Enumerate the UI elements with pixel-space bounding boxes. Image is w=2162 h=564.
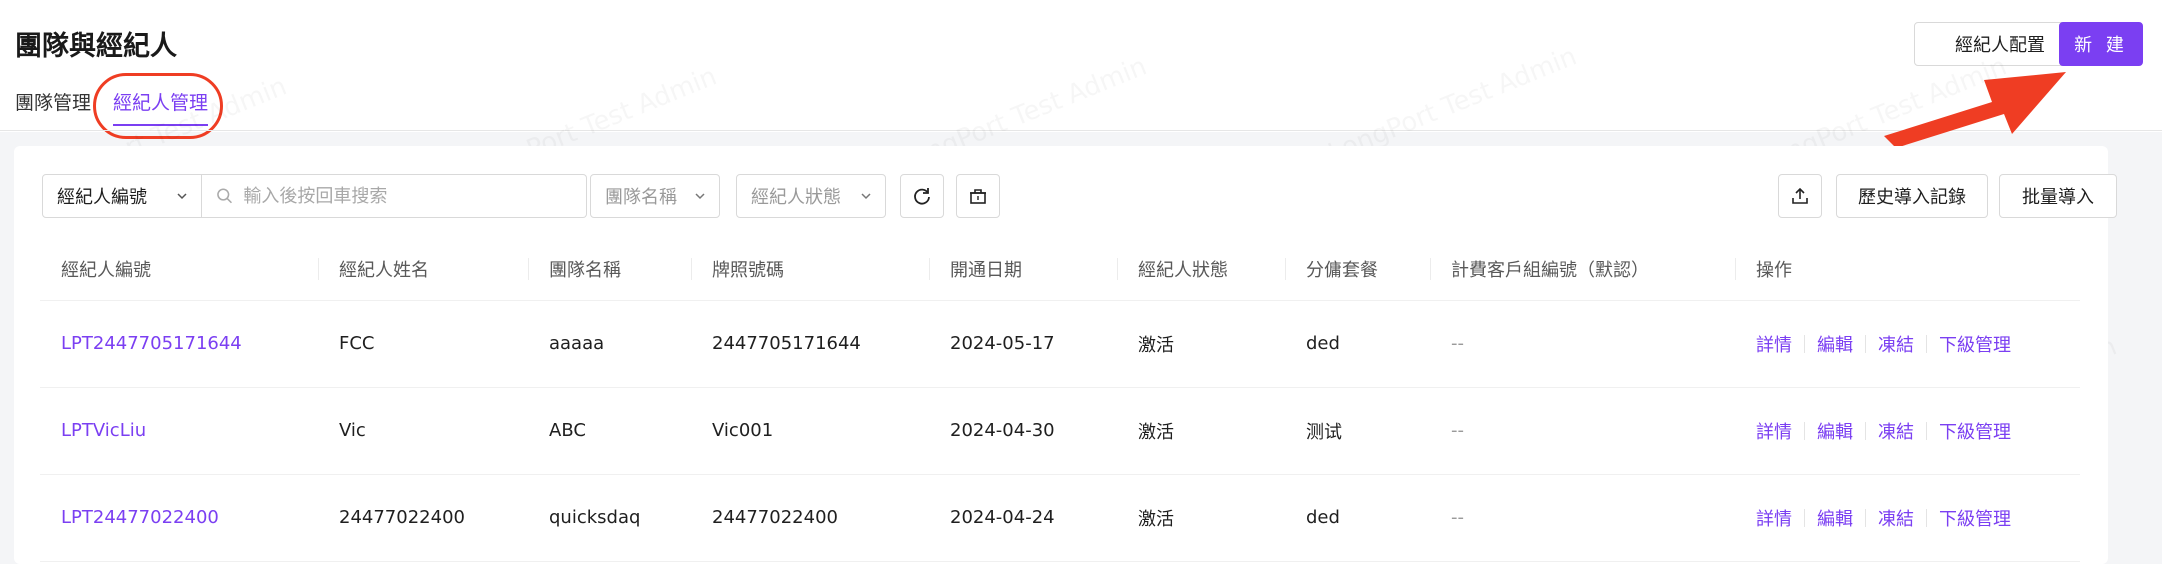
team-name-cell: aaaaa [528, 300, 691, 388]
sub-management-link[interactable]: 下級管理 [1939, 418, 2011, 444]
basket-icon [970, 189, 986, 204]
header-divider [0, 130, 2162, 131]
table-row: LPT24477022400 24477022400 quicksdaq 244… [40, 474, 2080, 562]
filter-bar: 經紀人編號 團隊名稱 經紀人狀態 [14, 146, 2117, 236]
billing-group-cell: -- [1430, 300, 1735, 388]
table-header-row: 經紀人編號 經紀人姓名 團隊名稱 牌照號碼 開通日期 經紀人狀態 分傭套餐 計費… [40, 238, 2080, 301]
agent-list-card: 經紀人編號 團隊名稱 經紀人狀態 [14, 146, 2117, 564]
search-field-label: 經紀人編號 [57, 187, 147, 208]
column-header: 團隊名稱 [528, 238, 691, 301]
sub-management-link[interactable]: 下級管理 [1939, 331, 2011, 357]
open-date-cell: 2024-04-24 [929, 474, 1117, 562]
team-name-cell: quicksdaq [528, 474, 691, 562]
agent-id-link[interactable]: LPT24477022400 [40, 474, 318, 562]
license-cell: Vic001 [691, 387, 929, 475]
agent-id-link[interactable]: LPTVicLiu [40, 387, 318, 475]
table-row: LPTVicLiu Vic ABC Vic001 2024-04-30 激活 测… [40, 387, 2080, 475]
search-input[interactable] [243, 185, 572, 207]
agent-name-cell: Vic [318, 387, 528, 475]
clear-button[interactable] [956, 174, 1000, 218]
team-name-cell: ABC [528, 387, 691, 475]
export-button[interactable] [1778, 174, 1822, 218]
license-cell: 24477022400 [691, 474, 929, 562]
search-box[interactable] [202, 174, 587, 218]
actions-cell: 詳情 編輯 凍結 下級管理 [1735, 474, 2080, 562]
edit-link[interactable]: 編輯 [1817, 418, 1853, 444]
license-cell: 2447705171644 [691, 300, 929, 388]
freeze-link[interactable]: 凍結 [1878, 505, 1914, 531]
chevron-down-icon [695, 193, 705, 200]
search-field-select[interactable]: 經紀人編號 [42, 174, 202, 218]
detail-link[interactable]: 詳情 [1756, 418, 1792, 444]
plan-cell: ded [1285, 474, 1430, 562]
actions-cell: 詳情 編輯 凍結 下級管理 [1735, 387, 2080, 475]
table-row: LPT2447705171644 FCC aaaaa 2447705171644… [40, 300, 2080, 388]
tab-team-management[interactable]: 團隊管理 [15, 86, 91, 132]
open-date-cell: 2024-05-17 [929, 300, 1117, 388]
detail-link[interactable]: 詳情 [1756, 331, 1792, 357]
sub-management-link[interactable]: 下級管理 [1939, 505, 2011, 531]
search-icon [217, 188, 233, 204]
column-header: 經紀人編號 [40, 238, 318, 301]
refresh-button[interactable] [900, 174, 944, 218]
open-date-cell: 2024-04-30 [929, 387, 1117, 475]
edit-link[interactable]: 編輯 [1817, 505, 1853, 531]
agent-status-select[interactable]: 經紀人狀態 [736, 174, 886, 218]
page-title: 團隊與經紀人 [15, 31, 177, 62]
status-cell: 激活 [1117, 387, 1285, 475]
status-cell: 激活 [1117, 474, 1285, 562]
column-header: 牌照號碼 [691, 238, 929, 301]
agent-table: 經紀人編號 經紀人姓名 團隊名稱 牌照號碼 開通日期 經紀人狀態 分傭套餐 計費… [40, 238, 2080, 562]
agent-status-placeholder: 經紀人狀態 [751, 187, 841, 208]
agent-name-cell: FCC [318, 300, 528, 388]
team-name-placeholder: 團隊名稱 [605, 187, 677, 208]
billing-group-cell: -- [1430, 474, 1735, 562]
freeze-link[interactable]: 凍結 [1878, 331, 1914, 357]
detail-link[interactable]: 詳情 [1756, 505, 1792, 531]
column-header: 經紀人狀態 [1117, 238, 1285, 301]
refresh-icon [914, 188, 930, 205]
annotation-arrow-icon [1884, 72, 2066, 148]
column-header: 經紀人姓名 [318, 238, 528, 301]
import-history-button[interactable]: 歷史導入記錄 [1836, 174, 1988, 218]
column-header: 計費客戶組編號（默認） [1430, 238, 1735, 301]
page-header: 團隊與經紀人 團隊管理 經紀人管理 經紀人配置 新 建 [0, 0, 2162, 148]
batch-import-button[interactable]: 批量導入 [1999, 174, 2117, 218]
chevron-down-icon [177, 193, 187, 200]
plan-cell: 测试 [1285, 387, 1430, 475]
chevron-down-icon [861, 193, 871, 200]
column-header: 操作 [1735, 238, 2080, 301]
column-header: 分傭套餐 [1285, 238, 1430, 301]
team-name-select[interactable]: 團隊名稱 [590, 174, 720, 218]
agent-name-cell: 24477022400 [318, 474, 528, 562]
actions-cell: 詳情 編輯 凍結 下級管理 [1735, 300, 2080, 388]
billing-group-cell: -- [1430, 387, 1735, 475]
column-header: 開通日期 [929, 238, 1117, 301]
export-icon [1792, 187, 1808, 204]
freeze-link[interactable]: 凍結 [1878, 418, 1914, 444]
agent-id-link[interactable]: LPT2447705171644 [40, 300, 318, 388]
status-cell: 激活 [1117, 300, 1285, 388]
edit-link[interactable]: 編輯 [1817, 331, 1853, 357]
plan-cell: ded [1285, 300, 1430, 388]
